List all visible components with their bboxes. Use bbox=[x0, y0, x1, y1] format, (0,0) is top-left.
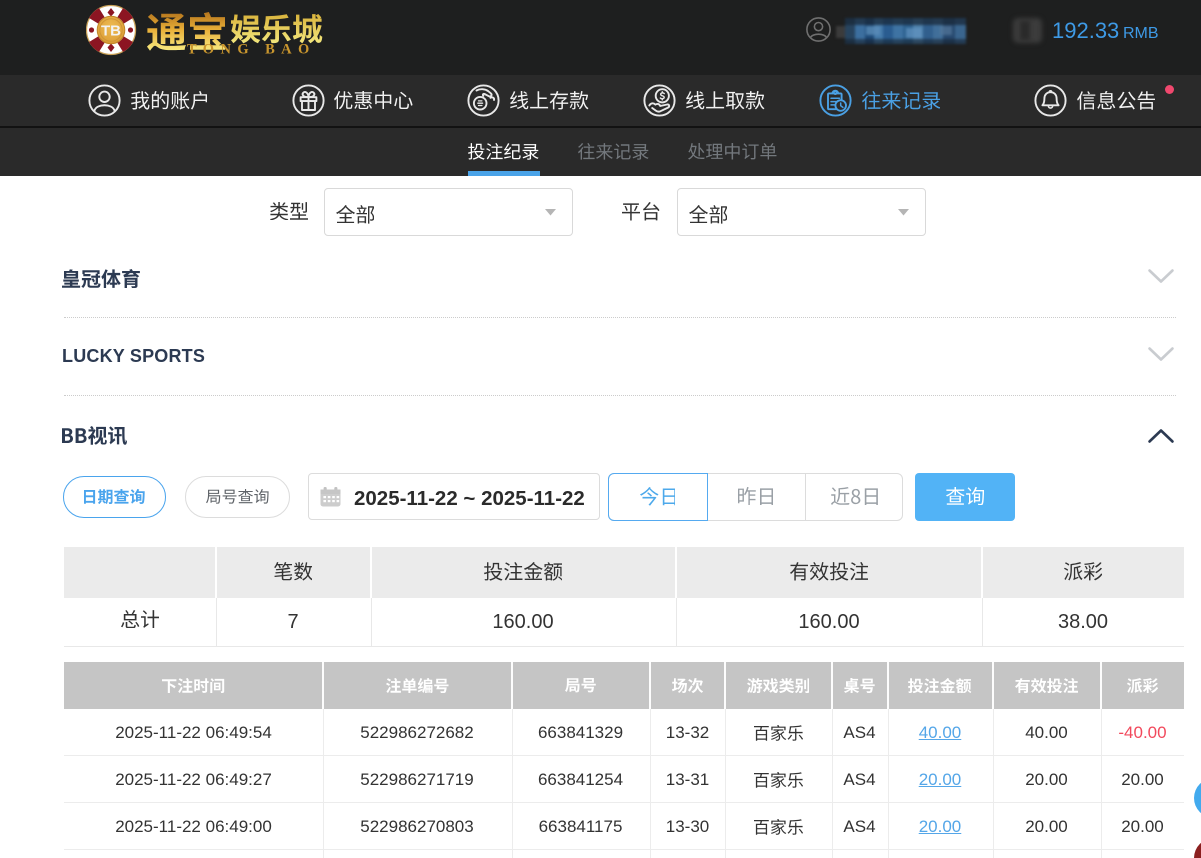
svg-text:TB: TB bbox=[101, 23, 121, 40]
svg-text:TONG BAO: TONG BAO bbox=[187, 42, 316, 58]
